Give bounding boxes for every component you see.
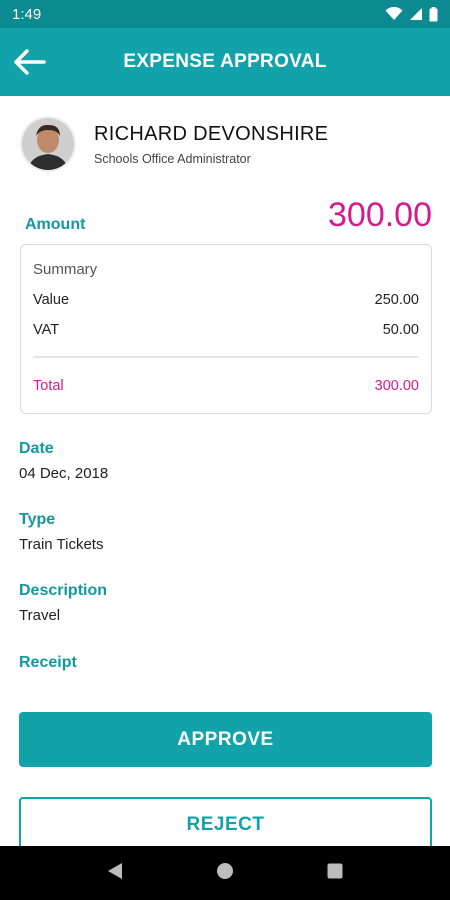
amount-value: 300.00 — [328, 196, 432, 234]
summary-total-amount: 300.00 — [374, 378, 419, 394]
summary-row-amount: 250.00 — [374, 292, 419, 308]
status-bar: 1:49 — [0, 0, 450, 28]
requester-profile: RICHARD DEVONSHIRE Schools Office Admini… — [20, 116, 328, 172]
receipt-label: Receipt — [19, 654, 77, 671]
status-icons — [385, 6, 438, 22]
summary-card: Summary Value 250.00 VAT 50.00 Total 300… — [20, 244, 432, 414]
avatar-photo — [22, 118, 74, 170]
nav-home-icon[interactable] — [216, 862, 234, 885]
requester-role: Schools Office Administrator — [94, 151, 251, 166]
description-field: Description Travel — [19, 582, 107, 624]
date-label: Date — [19, 440, 54, 457]
summary-row-vat: VAT 50.00 — [33, 322, 419, 338]
battery-icon — [429, 6, 438, 21]
requester-name: RICHARD DEVONSHIRE — [94, 122, 329, 145]
status-time: 1:49 — [12, 5, 42, 23]
summary-row-value: Value 250.00 — [33, 292, 419, 308]
type-label: Type — [19, 511, 56, 528]
description-label: Description — [19, 582, 108, 599]
amount-label: Amount — [25, 216, 86, 233]
summary-row-amount: 50.00 — [382, 322, 419, 338]
system-nav-bar — [0, 846, 450, 900]
profile-text: RICHARD DEVONSHIRE Schools Office Admini… — [94, 123, 328, 166]
nav-recents-icon[interactable] — [327, 863, 343, 884]
receipt-field: Receipt — [19, 654, 77, 672]
cellular-signal-icon — [410, 8, 422, 20]
back-button[interactable] — [14, 48, 50, 76]
type-field: Type Train Tickets — [19, 511, 103, 553]
nav-back-icon[interactable] — [107, 862, 123, 885]
back-arrow-icon — [14, 49, 46, 75]
type-value: Train Tickets — [19, 536, 104, 553]
summary-total-label: Total — [33, 378, 64, 394]
summary-title: Summary — [33, 261, 98, 278]
page-title: EXPENSE APPROVAL — [123, 51, 327, 72]
description-value: Travel — [19, 607, 61, 624]
avatar — [20, 116, 76, 172]
approve-button[interactable]: APPROVE — [19, 712, 432, 767]
date-field: Date 04 Dec, 2018 — [19, 440, 108, 482]
app-bar: EXPENSE APPROVAL — [0, 28, 450, 96]
wifi-icon — [385, 7, 403, 20]
summary-divider — [33, 356, 419, 358]
summary-row-label: Value — [33, 292, 70, 308]
summary-row-label: VAT — [33, 322, 60, 338]
reject-button[interactable]: REJECT — [19, 797, 432, 852]
summary-row-total: Total 300.00 — [33, 378, 419, 394]
date-value: 04 Dec, 2018 — [19, 465, 109, 482]
